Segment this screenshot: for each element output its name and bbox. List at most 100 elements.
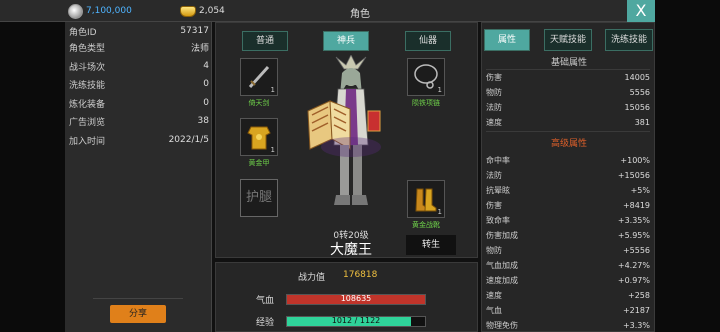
attribute-row: 物防 +5556 — [486, 243, 650, 257]
item-count: 1 — [437, 86, 442, 94]
attribute-name: 速度 — [486, 117, 502, 127]
silver-amount: 7,100,000 — [86, 6, 132, 16]
attribute-row: 速度 +258 — [486, 288, 650, 302]
attribute-row: 速度加成 +0.97% — [486, 273, 650, 287]
info-row-type: 角色类型 法师 — [69, 38, 209, 56]
advanced-attributes-title: 高级属性 — [550, 139, 587, 149]
character-figure — [307, 55, 381, 205]
gold-ingot-icon — [180, 5, 196, 17]
attribute-name: 气血加成 — [486, 260, 518, 270]
info-key: 广告浏览 — [69, 117, 106, 128]
info-value: 2022/1/5 — [168, 135, 209, 145]
silver-currency: 7,100,000 — [68, 3, 132, 19]
attribute-value: +2187 — [622, 305, 650, 315]
attribute-name: 法防 — [486, 170, 502, 180]
attribute-name: 伤害 — [486, 200, 502, 210]
attribute-value: +258 — [628, 290, 650, 300]
character-info-panel: 角色ID 57317 角色类型 法师 战斗场次 4 洗练技能 0 炼化装备 0 广告浏览 3… — [65, 22, 212, 332]
attribute-value: 381 — [634, 117, 650, 127]
attribute-value: 15056 — [624, 102, 650, 112]
attribute-value: +5556 — [622, 245, 650, 255]
attribute-row: 伤害 14005 — [486, 70, 650, 84]
exp-label: 经验 — [256, 318, 275, 328]
info-value: 57317 — [180, 26, 209, 36]
info-key: 战斗场次 — [69, 62, 106, 73]
exp-bar: 1012 / 1122 — [286, 316, 426, 327]
hp-value: 108635 — [340, 294, 372, 303]
info-value: 0 — [203, 79, 209, 89]
boots-label: 黄金战靴 — [412, 221, 440, 229]
rebirth-button[interactable]: 转生 — [406, 235, 456, 255]
attribute-row: 气血 +2187 — [486, 303, 650, 317]
attribute-name: 致命率 — [486, 215, 510, 225]
character-name: 大魔王 — [330, 242, 372, 258]
info-row-joined: 加入时间 2022/1/5 — [69, 131, 209, 149]
info-value: 38 — [197, 116, 209, 126]
boots-slot[interactable]: 1 — [407, 180, 445, 218]
info-value: 4 — [203, 61, 209, 71]
gold-amount: 2,054 — [199, 6, 225, 16]
tab-immortal-gear[interactable]: 仙器 — [405, 31, 451, 51]
attribute-value: +8419 — [622, 200, 650, 210]
page-title: 角色 — [350, 9, 370, 20]
close-button[interactable]: X — [627, 0, 655, 22]
info-key: 角色ID — [69, 27, 97, 38]
info-row-battles: 战斗场次 4 — [69, 57, 209, 75]
attribute-value: +4.27% — [617, 260, 650, 270]
attribute-row: 速度 381 — [486, 115, 650, 129]
attribute-name: 物防 — [486, 245, 502, 255]
attribute-value: +3.3% — [622, 320, 650, 330]
attribute-name: 物理免伤 — [486, 320, 518, 330]
tab-normal[interactable]: 普通 — [242, 31, 288, 51]
legs-placeholder: 护腿 — [245, 190, 272, 205]
attribute-value: 5556 — [629, 87, 650, 97]
attribute-value: +15056 — [617, 170, 650, 180]
tab-attributes[interactable]: 属性 — [484, 29, 530, 51]
attribute-row: 气血加成 +4.27% — [486, 258, 650, 272]
tab-refine-skills[interactable]: 洗练技能 — [605, 29, 653, 51]
item-count: 1 — [270, 86, 275, 94]
weapon-slot[interactable]: 1 — [240, 58, 278, 96]
attribute-name: 伤害 — [486, 72, 502, 82]
info-value: 法师 — [190, 43, 209, 54]
attribute-row: 物理免伤 +3.3% — [486, 318, 650, 331]
hp-label: 气血 — [256, 296, 275, 306]
attribute-value: +100% — [620, 155, 650, 165]
gold-currency: 2,054 — [180, 3, 225, 19]
left-margin — [0, 22, 65, 332]
share-button[interactable]: 分享 — [110, 305, 166, 323]
attribute-name: 物防 — [486, 87, 502, 97]
info-row-ads: 广告浏览 38 — [69, 112, 209, 130]
tab-talent-skills[interactable]: 天赋技能 — [544, 29, 592, 51]
necklace-label: 陨铁项链 — [412, 99, 440, 107]
attribute-value: +0.97% — [617, 275, 650, 285]
attribute-name: 法防 — [486, 102, 502, 112]
armor-slot[interactable]: 1 — [240, 118, 278, 156]
attribute-value: 14005 — [624, 72, 650, 82]
combat-stats-panel: 战力值 176818 气血 108635 经验 1012 / 1122 — [215, 262, 478, 332]
attribute-row: 致命率 +3.35% — [486, 213, 650, 227]
equipment-panel: 普通 神兵 仙器 1 倚天剑 1 黄金甲 护腿 1 陨铁项链 1 黄金战靴 0转… — [215, 22, 478, 258]
attribute-name: 伤害加成 — [486, 230, 518, 240]
tab-divine-weapon[interactable]: 神兵 — [323, 31, 369, 51]
attribute-value: +5.95% — [617, 230, 650, 240]
item-count: 1 — [270, 146, 275, 154]
necklace-slot[interactable]: 1 — [407, 58, 445, 96]
info-row-smelt-gear: 炼化装备 0 — [69, 94, 209, 112]
attribute-value: +5% — [630, 185, 650, 195]
info-value: 0 — [203, 98, 209, 108]
power-label: 战力值 — [298, 273, 326, 283]
legs-slot[interactable]: 护腿 — [240, 179, 278, 217]
exp-value: 1012 / 1122 — [331, 316, 381, 325]
top-bar: 7,100,000 2,054 角色 X — [0, 0, 720, 22]
attribute-row: 法防 +15056 — [486, 168, 650, 182]
basic-attributes-title: 基础属性 — [550, 58, 587, 68]
silver-coin-icon — [68, 3, 83, 19]
attribute-row: 法防 15056 — [486, 100, 650, 114]
attribute-row: 物防 5556 — [486, 85, 650, 99]
right-margin — [655, 0, 720, 332]
weapon-label: 倚天剑 — [248, 99, 270, 107]
divider — [93, 298, 183, 299]
attribute-name: 抗晕眩 — [486, 185, 510, 195]
attribute-name: 速度 — [486, 290, 502, 300]
